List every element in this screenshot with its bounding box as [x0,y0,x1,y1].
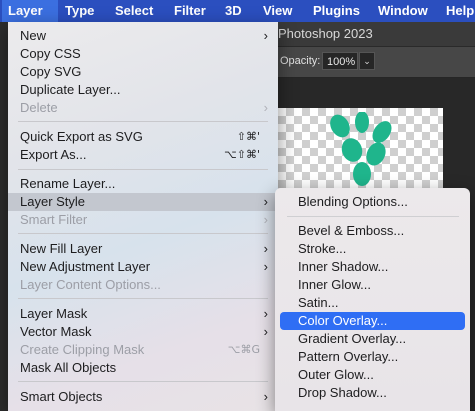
opacity-input[interactable]: 100% [322,52,358,70]
menu-separator [287,216,459,217]
submenu-item-blending-options[interactable]: Blending Options... [280,193,465,211]
submenu-item-stroke[interactable]: Stroke... [280,240,465,258]
menu-item-label: Create Clipping Mask [20,342,145,357]
chevron-right-icon: › [263,389,268,404]
menu-item-quick-export-svg[interactable]: Quick Export as SVG ⇧⌘' [8,128,278,146]
menu-item-layer-style[interactable]: Layer Style › [8,193,278,211]
menu-item-layer-mask[interactable]: Layer Mask › [8,305,278,323]
chevron-right-icon: › [263,306,268,321]
submenu-item-gradient-overlay[interactable]: Gradient Overlay... [280,330,465,348]
menu-item-label: Rename Layer... [20,176,116,191]
chevron-right-icon: › [263,194,268,209]
menu-item-duplicate-layer[interactable]: Duplicate Layer... [8,81,278,99]
menu-item-label: Copy SVG [20,64,82,79]
menu-item-label: New Fill Layer [20,241,103,256]
menu-window[interactable]: Window [372,0,434,22]
menu-layer[interactable]: Layer [2,0,58,22]
menu-item-export-as[interactable]: Export As... ⌥⇧⌘' [8,146,278,164]
menu-item-label: Smart Objects [20,389,103,404]
menu-separator [18,381,268,382]
menu-select[interactable]: Select [109,0,159,22]
menu-item-copy-svg[interactable]: Copy SVG [8,63,278,81]
menu-item-mask-all-objects[interactable]: Mask All Objects [8,359,278,377]
menu-bar: Layer Type Select Filter 3D View Plugins… [0,0,475,22]
menu-item-label: Duplicate Layer... [20,82,121,97]
menu-item-rename-layer[interactable]: Rename Layer... [8,175,278,193]
chevron-right-icon: › [263,324,268,339]
menu-item-new-fill-layer[interactable]: New Fill Layer › [8,240,278,258]
menu-item-label: Smart Filter [20,212,88,227]
menu-item-copy-css[interactable]: Copy CSS [8,45,278,63]
chevron-right-icon: › [263,28,268,43]
menu-item-label: Quick Export as SVG [20,129,143,144]
menu-item-create-clipping-mask: Create Clipping Mask ⌥⌘G [8,341,278,359]
submenu-item-color-overlay[interactable]: Color Overlay... [280,312,465,330]
menu-item-layer-content-options: Layer Content Options... [8,276,278,294]
menu-plugins[interactable]: Plugins [307,0,366,22]
opacity-label: Opacity: [280,55,321,67]
menu-item-smart-objects[interactable]: Smart Objects › [8,388,278,406]
submenu-item-inner-shadow[interactable]: Inner Shadow... [280,258,465,276]
menu-item-label: Export As... [20,147,87,162]
menu-item-label: New [20,28,47,43]
chevron-right-icon: › [263,100,268,115]
menu-item-vector-mask[interactable]: Vector Mask › [8,323,278,341]
menu-item-label: New Adjustment Layer [20,259,151,274]
menu-3d[interactable]: 3D [219,0,248,22]
menu-separator [18,169,268,170]
app-title: Photoshop 2023 [270,22,475,46]
menu-item-label: Mask All Objects [20,360,117,375]
menu-item-label: Vector Mask [20,324,92,339]
menu-type[interactable]: Type [59,0,100,22]
chevron-right-icon: › [263,212,268,227]
submenu-item-inner-glow[interactable]: Inner Glow... [280,276,465,294]
chevron-right-icon: › [263,241,268,256]
menu-item-label: Layer Mask [20,306,88,321]
menu-item-new[interactable]: New › [8,27,278,45]
menu-item-new-adjustment-layer[interactable]: New Adjustment Layer › [8,258,278,276]
submenu-item-bevel-emboss[interactable]: Bevel & Emboss... [280,222,465,240]
submenu-item-pattern-overlay[interactable]: Pattern Overlay... [280,348,465,366]
shortcut-label: ⌥⌘G [227,343,260,356]
chevron-down-icon: ⌄ [363,56,371,66]
leaf-artwork [330,112,392,186]
submenu-item-drop-shadow[interactable]: Drop Shadow... [280,384,465,402]
menu-separator [18,233,268,234]
menu-item-label: Layer Content Options... [20,277,161,292]
menu-item-label: Delete [20,100,58,115]
menu-separator [18,121,268,122]
menu-separator [18,298,268,299]
menu-item-smart-filter: Smart Filter › [8,211,278,229]
shortcut-label: ⇧⌘' [236,130,260,143]
menu-item-label: Layer Style [20,194,86,209]
menu-filter[interactable]: Filter [168,0,212,22]
layer-menu: New › Copy CSS Copy SVG Duplicate Layer..… [8,22,278,411]
menu-help[interactable]: Help [440,0,475,22]
opacity-dropdown-button[interactable]: ⌄ [359,52,375,70]
menu-item-delete: Delete › [8,99,278,117]
menu-view[interactable]: View [257,0,298,22]
submenu-item-outer-glow[interactable]: Outer Glow... [280,366,465,384]
chevron-right-icon: › [263,259,268,274]
shortcut-label: ⌥⇧⌘' [224,148,260,161]
layer-style-submenu: Blending Options... Bevel & Emboss... St… [275,188,470,411]
submenu-item-satin[interactable]: Satin... [280,294,465,312]
menu-item-label: Copy CSS [20,46,81,61]
